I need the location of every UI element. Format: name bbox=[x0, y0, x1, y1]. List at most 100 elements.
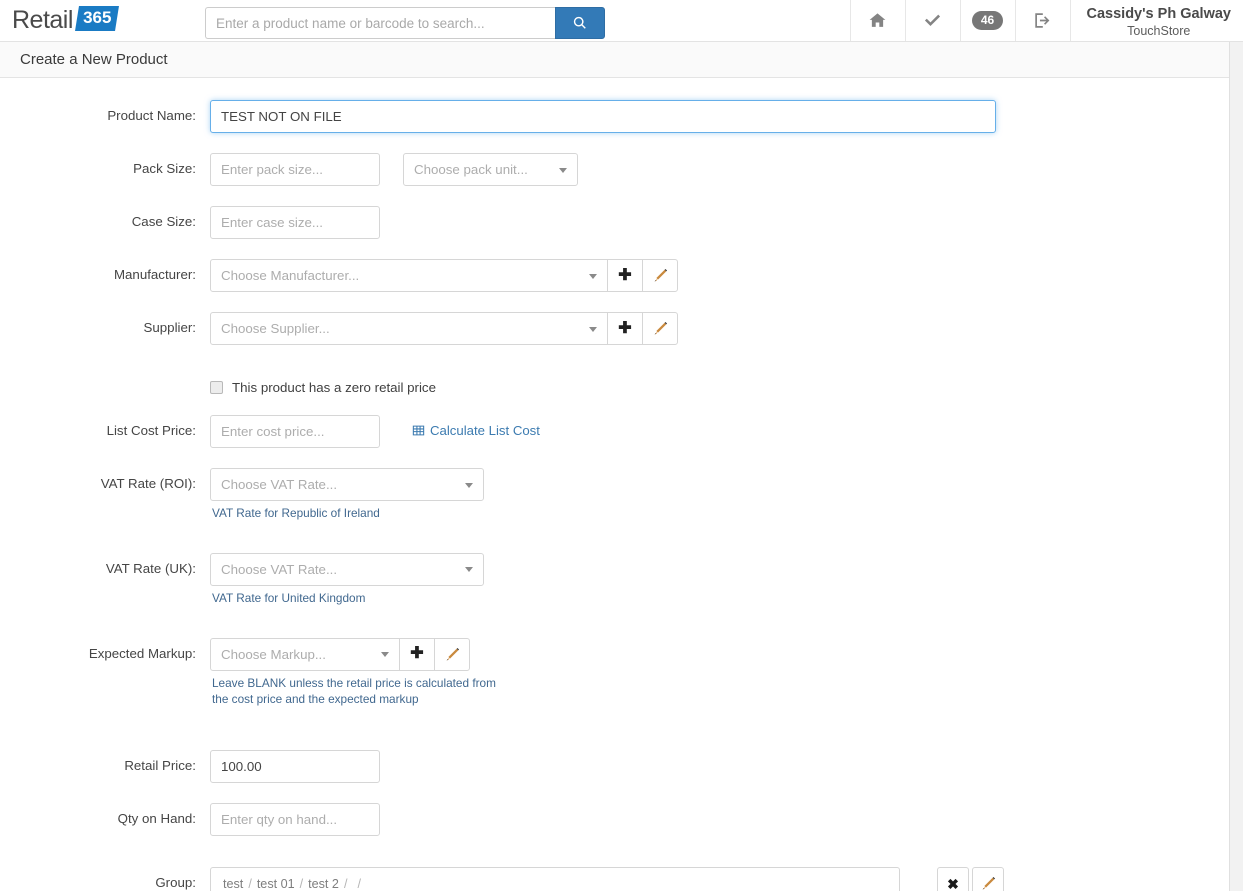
manufacturer-select[interactable]: Choose Manufacturer... bbox=[210, 259, 608, 292]
pencil-icon bbox=[654, 321, 667, 335]
calculate-list-cost-label: Calculate List Cost bbox=[430, 423, 540, 438]
label-group: Group: bbox=[155, 875, 196, 890]
vat-roi-select[interactable]: Choose VAT Rate... bbox=[210, 468, 484, 501]
nav-home-button[interactable] bbox=[849, 0, 905, 41]
user-name: Cassidy's Ph Galway bbox=[1086, 6, 1232, 23]
product-name-input[interactable] bbox=[210, 100, 996, 133]
row-vat-uk: VAT Rate (UK): Choose VAT Rate... VAT Ra… bbox=[0, 552, 1229, 607]
row-case-size: Case Size: bbox=[0, 206, 1229, 239]
vat-roi-value: Choose VAT Rate... bbox=[221, 477, 338, 492]
plus-icon: ✚ bbox=[618, 266, 632, 284]
zero-retail-checkbox[interactable] bbox=[210, 381, 223, 394]
row-qty-on-hand: Qty on Hand: bbox=[0, 803, 1229, 836]
group-separator: / bbox=[248, 876, 252, 891]
case-size-input[interactable] bbox=[210, 206, 380, 239]
supplier-add-button[interactable]: ✚ bbox=[607, 312, 643, 345]
vat-uk-select[interactable]: Choose VAT Rate... bbox=[210, 552, 484, 586]
supplier-edit-button[interactable] bbox=[642, 312, 678, 345]
manufacturer-value: Choose Manufacturer... bbox=[221, 268, 360, 283]
pack-size-input[interactable] bbox=[210, 153, 380, 186]
label-list-cost-price: List Cost Price: bbox=[106, 423, 196, 438]
list-cost-price-input[interactable] bbox=[210, 415, 380, 448]
user-info[interactable]: Cassidy's Ph Galway TouchStore bbox=[1069, 0, 1243, 41]
vat-roi-help: VAT Rate for Republic of Ireland bbox=[212, 506, 380, 520]
calculate-list-cost-link[interactable]: Calculate List Cost bbox=[412, 423, 540, 438]
label-manufacturer: Manufacturer: bbox=[113, 267, 196, 282]
group-segment: test 01 bbox=[256, 876, 295, 891]
row-zero-retail-price: This product has a zero retail price bbox=[0, 376, 1229, 395]
product-form: Product Name: Pack Size: Choose pack bbox=[0, 78, 1229, 891]
group-segment: test 2 bbox=[308, 876, 339, 891]
label-product-name: Product Name: bbox=[107, 108, 196, 123]
create-product-panel: Create a New Product Product Name: Pack … bbox=[0, 42, 1230, 891]
row-retail-price: Retail Price: bbox=[0, 750, 1229, 783]
app-root: Retail 365 46 bbox=[0, 0, 1243, 891]
zero-retail-label: This product has a zero retail price bbox=[232, 380, 436, 395]
plus-icon: ✚ bbox=[410, 645, 424, 662]
group-separator: / bbox=[343, 876, 348, 891]
group-path-display[interactable]: test / test 01 / test 2 / / bbox=[210, 867, 900, 891]
retail-price-input[interactable] bbox=[210, 750, 380, 783]
group-separator: / bbox=[299, 876, 304, 891]
calculator-grid-icon bbox=[412, 425, 425, 436]
qty-on-hand-input[interactable] bbox=[210, 803, 380, 836]
chevron-down-icon bbox=[589, 273, 597, 279]
label-expected-markup: Expected Markup: bbox=[88, 645, 196, 661]
pencil-icon bbox=[446, 647, 459, 660]
row-expected-markup: Expected Markup: Choose Markup... ✚ Leav… bbox=[0, 637, 1229, 709]
chevron-down-icon bbox=[589, 326, 597, 332]
label-case-size: Case Size: bbox=[131, 214, 196, 229]
vat-uk-value: Choose VAT Rate... bbox=[221, 561, 338, 577]
group-segment: test bbox=[223, 876, 244, 891]
brand-logo[interactable]: Retail 365 bbox=[0, 0, 205, 41]
label-supplier: Supplier: bbox=[143, 320, 196, 335]
chevron-down-icon bbox=[381, 652, 389, 657]
brand-badge: 365 bbox=[74, 6, 120, 31]
chevron-down-icon bbox=[559, 167, 567, 173]
plus-icon: ✚ bbox=[618, 319, 632, 337]
search-bar bbox=[205, 0, 605, 41]
label-pack-size: Pack Size: bbox=[133, 161, 196, 176]
manufacturer-edit-button[interactable] bbox=[642, 259, 678, 292]
label-zero-retail-spacer bbox=[0, 376, 210, 384]
panel-title: Create a New Product bbox=[0, 42, 1229, 78]
navbar-actions: 46 Cassidy's Ph Galway TouchStore bbox=[849, 0, 1243, 41]
badge-count: 46 bbox=[971, 10, 1004, 31]
check-icon bbox=[924, 14, 941, 27]
nav-check-button[interactable] bbox=[904, 0, 960, 41]
label-retail-price: Retail Price: bbox=[124, 758, 196, 773]
logout-icon bbox=[1035, 13, 1050, 28]
pack-unit-value: Choose pack unit... bbox=[414, 162, 528, 177]
search-input[interactable] bbox=[205, 7, 555, 39]
top-navbar: Retail 365 46 bbox=[0, 0, 1243, 42]
manufacturer-add-button[interactable]: ✚ bbox=[607, 259, 643, 292]
row-list-cost-price: List Cost Price: Calculate List Cost bbox=[0, 415, 1229, 448]
group-edit-button[interactable] bbox=[972, 867, 1004, 891]
nav-logout-button[interactable] bbox=[1014, 0, 1070, 41]
brand-badge-text: 365 bbox=[83, 8, 112, 27]
label-vat-roi: VAT Rate (ROI): bbox=[100, 476, 196, 491]
row-product-name: Product Name: bbox=[0, 100, 1229, 133]
row-group: Group: test / test 01 / test 2 / / ✖ bbox=[0, 867, 1229, 891]
group-clear-button[interactable]: ✖ bbox=[937, 867, 969, 891]
row-vat-roi: VAT Rate (ROI): Choose VAT Rate... VAT R… bbox=[0, 468, 1229, 522]
chevron-down-icon bbox=[465, 567, 473, 573]
nav-notification-badge[interactable]: 46 bbox=[959, 0, 1015, 41]
pencil-icon bbox=[654, 268, 667, 282]
label-vat-uk: VAT Rate (UK): bbox=[105, 560, 196, 576]
expected-markup-add-button[interactable]: ✚ bbox=[399, 637, 435, 671]
supplier-value: Choose Supplier... bbox=[221, 321, 330, 336]
pack-unit-select[interactable]: Choose pack unit... bbox=[403, 153, 578, 186]
brand-name: Retail bbox=[12, 6, 73, 34]
label-qty-on-hand: Qty on Hand: bbox=[117, 811, 196, 826]
expected-markup-select[interactable]: Choose Markup... bbox=[210, 637, 400, 671]
search-button[interactable] bbox=[555, 7, 605, 39]
x-icon: ✖ bbox=[947, 875, 959, 891]
row-manufacturer: Manufacturer: Choose Manufacturer... ✚ bbox=[0, 259, 1229, 292]
user-subtitle: TouchStore bbox=[1127, 24, 1191, 39]
group-separator: / bbox=[357, 876, 361, 891]
chevron-down-icon bbox=[465, 482, 473, 488]
expected-markup-edit-button[interactable] bbox=[434, 637, 470, 671]
expected-markup-value: Choose Markup... bbox=[221, 646, 326, 662]
supplier-select[interactable]: Choose Supplier... bbox=[210, 312, 608, 345]
